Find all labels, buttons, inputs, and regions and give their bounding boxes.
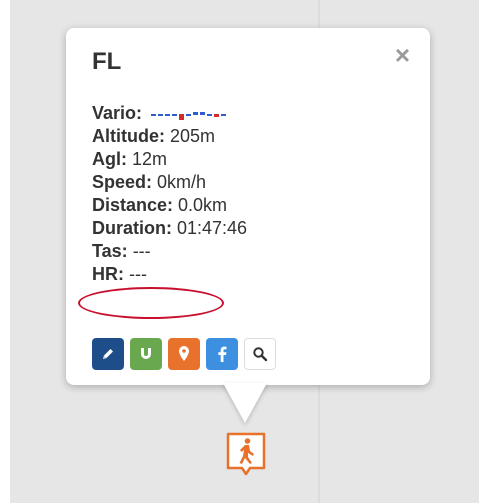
search-button[interactable] — [244, 338, 276, 370]
duration-value: 01:47:46 — [177, 218, 248, 238]
info-rows: Vario: Altitude: 205m Agl: 12m Speed: 0k… — [92, 102, 247, 286]
hr-value: --- — [129, 264, 147, 284]
vario-row: Vario: — [92, 102, 247, 125]
facebook-icon — [218, 346, 227, 362]
facebook-button[interactable] — [206, 338, 238, 370]
agl-label: Agl: — [92, 149, 132, 169]
pilot-marker[interactable] — [226, 432, 266, 476]
tas-label: Tas: — [92, 241, 133, 261]
distance-row: Distance: 0.0km — [92, 194, 247, 217]
speed-row: Speed: 0km/h — [92, 171, 247, 194]
altitude-value: 205m — [170, 126, 216, 146]
action-buttons — [92, 338, 276, 370]
info-popup: FL × Vario: Altitude: 205m Agl: 12m Spee… — [66, 28, 430, 385]
tas-value: --- — [132, 241, 151, 261]
speed-label: Speed: — [92, 172, 158, 192]
hr-highlight-ellipse — [78, 287, 224, 319]
duration-row: Duration: 01:47:46 — [92, 217, 247, 240]
popup-pointer — [223, 383, 267, 423]
edit-button[interactable] — [92, 338, 124, 370]
hr-label: HR: — [92, 264, 129, 284]
search-icon — [253, 347, 268, 362]
magnet-icon — [141, 348, 151, 359]
vario-label: Vario: — [92, 103, 148, 123]
walking-person-icon — [226, 432, 266, 476]
distance-label: Distance: — [92, 195, 179, 215]
hr-row: HR: --- — [92, 263, 247, 286]
popup-title: FL — [92, 48, 122, 75]
vario-indicator — [151, 105, 237, 123]
duration-label: Duration: — [92, 218, 177, 238]
magnet-button[interactable] — [130, 338, 162, 370]
distance-value: 0.0km — [178, 195, 228, 215]
agl-value: 12m — [132, 149, 168, 169]
map-pin-icon — [179, 346, 189, 361]
close-button[interactable]: × — [395, 42, 410, 68]
location-button[interactable] — [168, 338, 200, 370]
speed-value: 0km/h — [157, 172, 207, 192]
pencil-icon — [103, 349, 113, 359]
agl-row: Agl: 12m — [92, 148, 247, 171]
altitude-label: Altitude: — [92, 126, 170, 146]
tas-row: Tas: --- — [92, 240, 247, 263]
altitude-row: Altitude: 205m — [92, 125, 247, 148]
